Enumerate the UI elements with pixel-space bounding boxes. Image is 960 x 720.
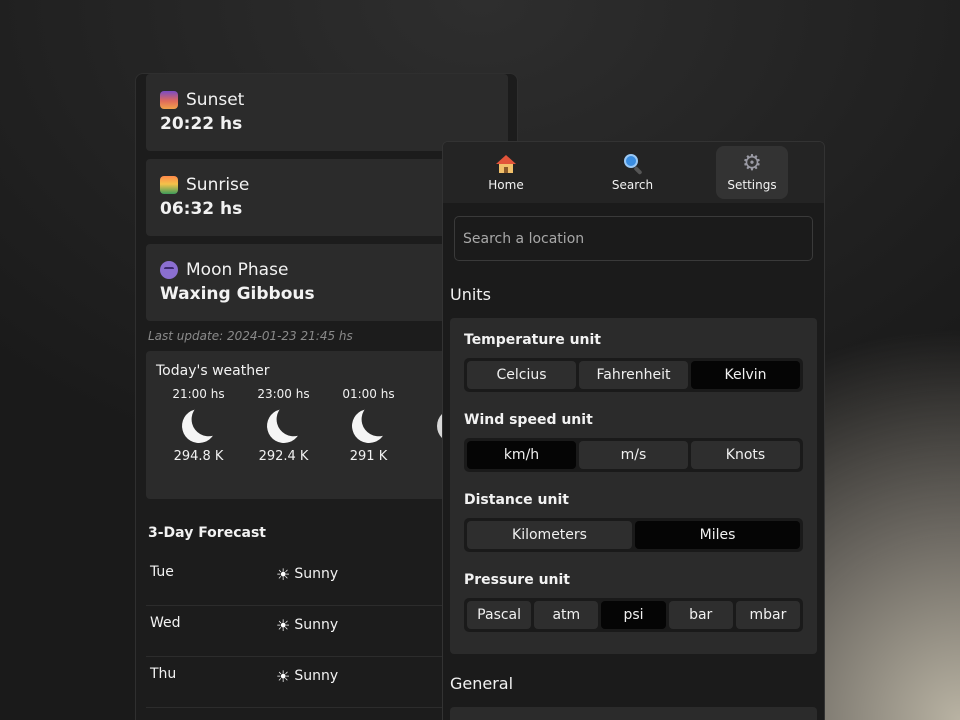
sunset-card: Sunset 20:22 hs xyxy=(146,74,508,151)
general-card xyxy=(450,707,817,720)
sun-icon: ☀ xyxy=(276,615,291,635)
forecast-condition: Sunny xyxy=(294,617,339,633)
moon-icon xyxy=(348,405,390,447)
pressure-option-psi[interactable]: psi xyxy=(601,601,666,629)
sunrise-icon xyxy=(160,176,178,194)
forecast-day: Thu xyxy=(150,666,177,682)
hour-item: 23:00 hs 292.4 K xyxy=(241,387,326,464)
distance-unit-label: Distance unit xyxy=(464,492,569,508)
house-icon xyxy=(496,155,516,173)
gear-icon: ⚙ xyxy=(742,151,762,176)
wind-option-ms[interactable]: m/s xyxy=(579,441,688,469)
pressure-unit-label: Pressure unit xyxy=(464,572,570,588)
wind-unit-selector: km/h m/s Knots xyxy=(464,438,803,472)
sunset-title: Sunset xyxy=(186,90,245,110)
moon-icon xyxy=(178,405,220,447)
general-heading: General xyxy=(450,674,514,693)
units-heading: Units xyxy=(450,285,491,304)
sunset-time: 20:22 hs xyxy=(160,114,243,134)
forecast-condition: Sunny xyxy=(294,668,339,684)
pressure-option-bar[interactable]: bar xyxy=(668,601,733,629)
nav-search-label: Search xyxy=(611,178,654,192)
forecast-day: Wed xyxy=(150,615,181,631)
sun-icon: ☀ xyxy=(276,564,291,584)
nav-search[interactable]: Search xyxy=(590,146,676,199)
nav-home[interactable]: Home xyxy=(463,146,549,199)
hour-time: 21:00 hs xyxy=(172,387,225,401)
temperature-option-fahrenheit[interactable]: Fahrenheit xyxy=(579,361,688,389)
nav-settings[interactable]: ⚙ Settings xyxy=(716,146,788,199)
pressure-unit-selector: Pascal atm psi bar mbar xyxy=(464,598,803,632)
nav-settings-label: Settings xyxy=(727,178,777,192)
nav-home-label: Home xyxy=(488,178,524,192)
temperature-unit-label: Temperature unit xyxy=(464,332,601,348)
hour-time: 23:00 hs xyxy=(257,387,310,401)
hour-temp: 291 K xyxy=(349,449,388,464)
hour-item: 01:00 hs 291 K xyxy=(326,387,411,464)
moon-icon xyxy=(263,405,305,447)
magnifier-icon xyxy=(623,154,643,176)
temperature-option-kelvin[interactable]: Kelvin xyxy=(691,361,800,389)
sun-icon: ☀ xyxy=(276,666,291,686)
forecast-condition: Sunny xyxy=(294,566,339,582)
pressure-option-mbar[interactable]: mbar xyxy=(735,601,801,629)
distance-option-miles[interactable]: Miles xyxy=(635,521,800,549)
hour-temp: 292.4 K xyxy=(258,449,309,464)
wind-option-knots[interactable]: Knots xyxy=(691,441,800,469)
location-search-box xyxy=(454,216,813,261)
units-card: Temperature unit Celcius Fahrenheit Kelv… xyxy=(450,318,817,654)
forecast-day: Tue xyxy=(150,564,174,580)
nav-bar: Home Search ⚙ Settings xyxy=(443,142,824,203)
hour-time: 01:00 hs xyxy=(342,387,395,401)
wind-unit-label: Wind speed unit xyxy=(464,412,593,428)
pressure-option-atm[interactable]: atm xyxy=(534,601,599,629)
pressure-option-pascal[interactable]: Pascal xyxy=(467,601,532,629)
temperature-option-celcius[interactable]: Celcius xyxy=(467,361,576,389)
moon-phase-icon xyxy=(160,261,178,279)
settings-window: Home Search ⚙ Settings Units Temperature… xyxy=(442,141,825,720)
hour-item: 21:00 hs 294.8 K xyxy=(156,387,241,464)
location-search-input[interactable] xyxy=(463,230,812,247)
sunset-icon xyxy=(160,91,178,109)
temperature-unit-selector: Celcius Fahrenheit Kelvin xyxy=(464,358,803,392)
distance-unit-selector: Kilometers Miles xyxy=(464,518,803,552)
sunrise-title: Sunrise xyxy=(186,175,250,195)
distance-option-kilometers[interactable]: Kilometers xyxy=(467,521,632,549)
moon-phase-title: Moon Phase xyxy=(186,260,289,280)
hour-temp: 294.8 K xyxy=(173,449,224,464)
wind-option-kmh[interactable]: km/h xyxy=(467,441,576,469)
